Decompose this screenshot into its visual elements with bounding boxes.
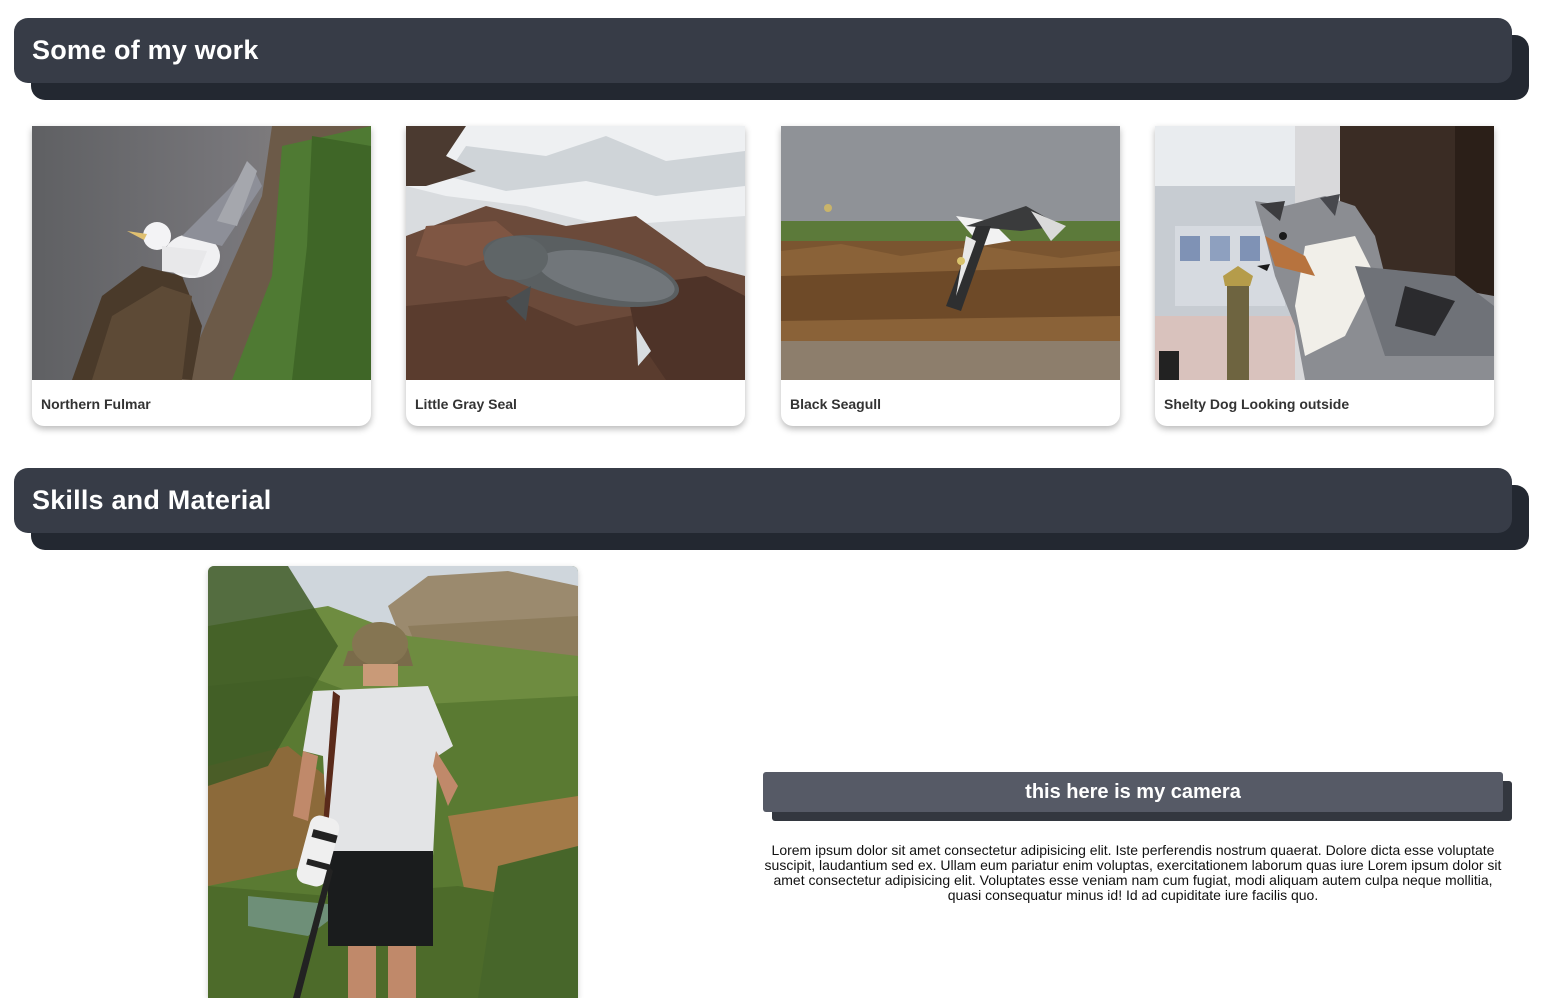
photographer-photo [208,566,578,998]
seal-photo [406,126,745,380]
card-caption: Little Gray Seal [415,396,517,412]
gallery-card-dog[interactable]: Shelty Dog Looking outside [1155,126,1494,426]
header-bar: Skills and Material [14,468,1512,533]
fulmar-photo [32,126,371,380]
dog-photo [1155,126,1494,380]
camera-title: this here is my camera [1025,780,1241,803]
gallery-card-seal[interactable]: Little Gray Seal [406,126,745,426]
work-gallery: Northern Fulmar Little Gray Seal Black S… [32,126,1494,426]
header-bar: Some of my work [14,18,1512,83]
section-header-work: Some of my work [14,18,1529,100]
seagull-photo [781,126,1120,380]
card-caption: Northern Fulmar [41,396,151,412]
gallery-card-seagull[interactable]: Black Seagull [781,126,1120,426]
card-caption: Shelty Dog Looking outside [1164,396,1350,412]
camera-description: Lorem ipsum dolor sit amet consectetur a… [764,842,1502,903]
card-caption: Black Seagull [790,396,882,412]
camera-title-box: this here is my camera [763,772,1512,822]
section-title-work: Some of my work [32,35,259,65]
section-header-skills: Skills and Material [14,468,1529,550]
camera-title-bar: this here is my camera [763,772,1503,812]
gallery-card-fulmar[interactable]: Northern Fulmar [32,126,371,426]
section-title-skills: Skills and Material [32,485,272,515]
